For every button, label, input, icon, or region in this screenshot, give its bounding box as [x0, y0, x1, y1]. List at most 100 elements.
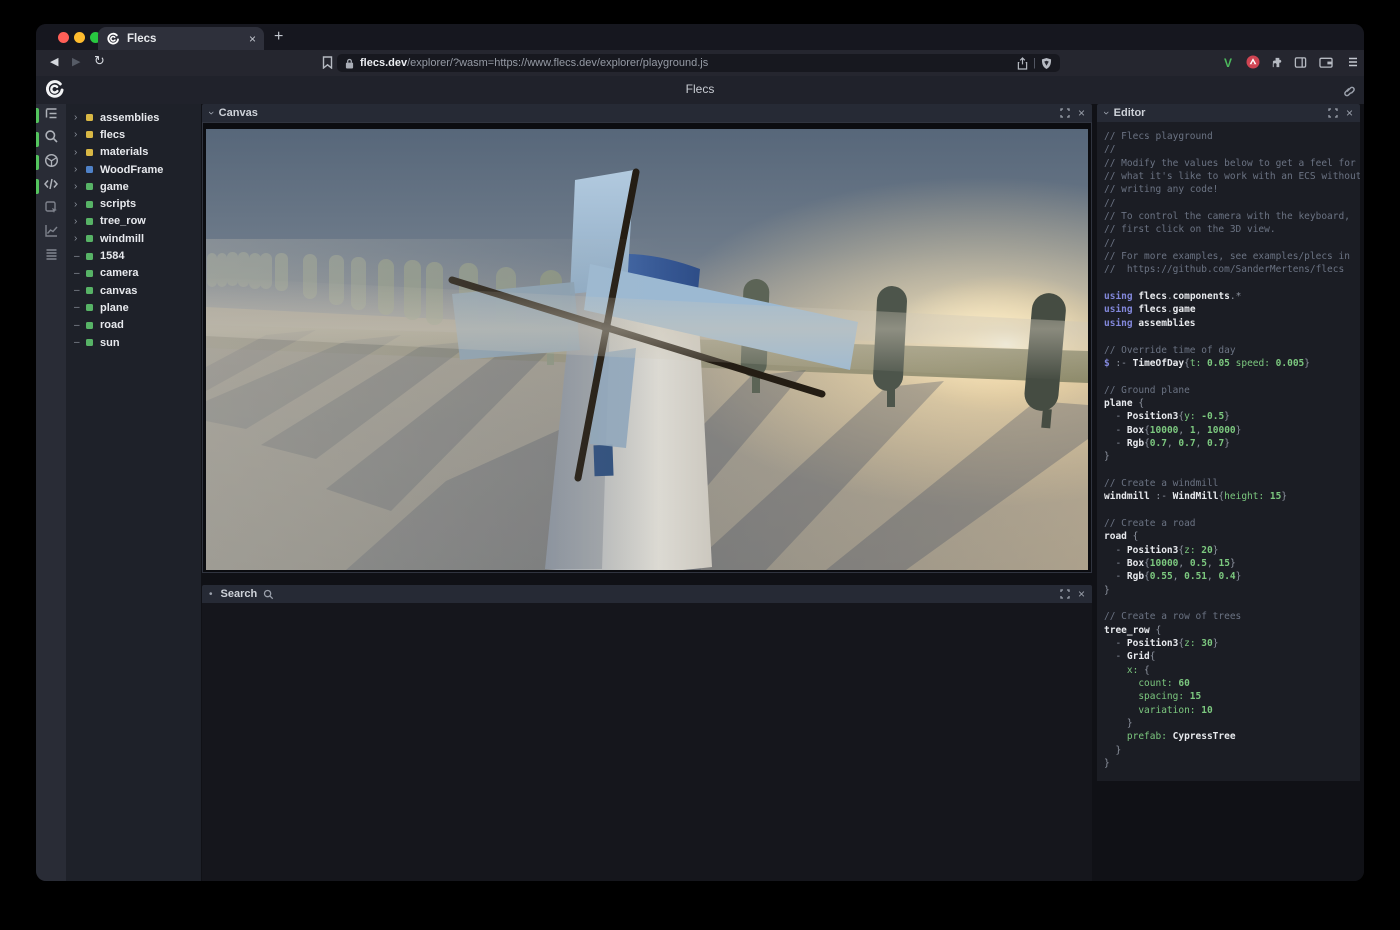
tree-item-game[interactable]: ›game [66, 178, 201, 195]
reload-button[interactable]: ↻ [94, 53, 105, 69]
code-line: // https://github.com/SanderMertens/flec… [1104, 263, 1360, 276]
tree-item-WoodFrame[interactable]: ›WoodFrame [66, 161, 201, 178]
entity-color-swatch [86, 218, 93, 225]
tree-item-scripts[interactable]: ›scripts [66, 195, 201, 212]
app-content: ›assemblies›flecs›materials›WoodFrame›ga… [36, 104, 1364, 881]
code-line: - Position3{y: -0.5} [1104, 410, 1360, 423]
expand-icon[interactable]: › [74, 181, 86, 192]
fullscreen-icon[interactable] [1060, 108, 1070, 118]
entity-color-swatch [86, 235, 93, 242]
tab-close-icon[interactable]: × [249, 32, 256, 46]
rail-button-viewport-3d-icon[interactable] [36, 151, 66, 175]
share-link-icon[interactable] [1341, 83, 1355, 102]
bookmark-icon[interactable] [322, 56, 333, 69]
code-line: using flecs.game [1104, 303, 1360, 316]
code-line: // Modify the values below to get a feel… [1104, 157, 1360, 170]
code-line: } [1104, 584, 1360, 597]
code-line: // [1104, 197, 1360, 210]
expand-icon[interactable]: › [74, 129, 86, 140]
code-line: - Box{10000, 0.5, 15} [1104, 557, 1360, 570]
search-panel-header[interactable]: • Search × [202, 585, 1092, 603]
code-line [1104, 597, 1360, 610]
extensions-icon[interactable] [1270, 56, 1283, 69]
editor-panel-header[interactable]: › Editor × [1097, 104, 1360, 122]
code-line: // To control the camera with the keyboa… [1104, 210, 1360, 223]
chevron-down-icon[interactable]: › [205, 111, 217, 115]
share-icon[interactable] [1017, 57, 1028, 70]
code-content: // Flecs playground//// Modify the value… [1097, 122, 1360, 771]
code-line: plane { [1104, 397, 1360, 410]
code-editor[interactable]: // Flecs playground//// Modify the value… [1097, 122, 1360, 781]
leaf-dash-icon: – [74, 268, 86, 279]
tab-title: Flecs [127, 33, 249, 45]
canvas-panel-header[interactable]: › Canvas × [202, 104, 1092, 122]
brave-rewards-icon[interactable] [1246, 55, 1260, 69]
close-icon[interactable]: × [1078, 587, 1085, 601]
code-line: // Create a road [1104, 517, 1360, 530]
code-line: count: 60 [1104, 677, 1360, 690]
close-icon[interactable]: × [1346, 106, 1353, 120]
expand-icon[interactable]: › [74, 216, 86, 227]
expand-icon[interactable]: › [74, 199, 86, 210]
tree-item-road[interactable]: –road [66, 317, 201, 334]
fullscreen-icon[interactable] [1328, 108, 1338, 118]
rail-button-inspector-icon[interactable] [36, 198, 66, 222]
page-title: Flecs [36, 82, 1364, 96]
expand-icon[interactable]: › [74, 147, 86, 158]
canvas-panel-title: Canvas [219, 107, 258, 119]
entity-tree: ›assemblies›flecs›materials›WoodFrame›ga… [66, 104, 201, 881]
code-line: // first click on the 3D view. [1104, 223, 1360, 236]
active-indicator [36, 179, 39, 194]
minimize-window-button[interactable] [74, 32, 85, 43]
url-bar[interactable]: flecs.dev /explorer/?wasm=https://www.fl… [337, 54, 1060, 72]
tree-item-windmill[interactable]: ›windmill [66, 230, 201, 247]
code-line: } [1104, 744, 1360, 757]
brave-shield-icon[interactable] [1041, 57, 1052, 70]
tree-item-tree_row[interactable]: ›tree_row [66, 213, 201, 230]
code-line [1104, 277, 1360, 290]
code-line: - Rgb{0.55, 0.51, 0.4} [1104, 570, 1360, 583]
tree-item-assemblies[interactable]: ›assemblies [66, 109, 201, 126]
wallet-icon[interactable] [1319, 56, 1333, 69]
close-icon[interactable]: × [1078, 106, 1085, 120]
tree-item-sun[interactable]: –sun [66, 334, 201, 351]
fullscreen-icon[interactable] [1060, 589, 1070, 599]
rail-button-stats-icon[interactable] [36, 222, 66, 246]
new-tab-button[interactable]: + [274, 28, 283, 46]
tree-item-plane[interactable]: –plane [66, 299, 201, 316]
tree-item-camera[interactable]: –camera [66, 265, 201, 282]
tree-item-canvas[interactable]: –canvas [66, 282, 201, 299]
code-line: - Position3{z: 30} [1104, 637, 1360, 650]
tree-item-1584[interactable]: –1584 [66, 247, 201, 264]
back-button[interactable]: ◀ [50, 55, 58, 68]
sidebar-toggle-icon[interactable] [1294, 56, 1307, 69]
menu-icon[interactable] [1347, 55, 1359, 69]
leaf-dash-icon: – [74, 285, 86, 296]
code-line: spacing: 15 [1104, 690, 1360, 703]
chevron-down-icon[interactable]: › [1100, 111, 1112, 115]
viewport-3d-icon [44, 153, 59, 173]
expand-icon[interactable]: › [74, 164, 86, 175]
search-results-area[interactable] [202, 603, 1092, 881]
close-window-button[interactable] [58, 32, 69, 43]
expand-icon[interactable]: › [74, 233, 86, 244]
forward-button[interactable]: ▶ [72, 55, 80, 68]
code-line: // For more examples, see examples/plecs… [1104, 250, 1360, 263]
app-header: Flecs [36, 76, 1364, 104]
rail-button-code-icon[interactable] [36, 175, 66, 199]
canvas-3d-viewport[interactable] [202, 122, 1092, 573]
entity-color-swatch [86, 270, 93, 277]
tree-item-label: plane [100, 302, 129, 314]
rail-button-log-icon[interactable] [36, 245, 66, 269]
browser-tab[interactable]: Flecs × [98, 27, 264, 50]
tree-item-flecs[interactable]: ›flecs [66, 126, 201, 143]
rail-button-entity-tree-icon[interactable] [36, 104, 66, 128]
brave-vpn-icon[interactable]: V [1224, 56, 1232, 70]
tree-item-materials[interactable]: ›materials [66, 144, 201, 161]
collapsed-marker-icon[interactable]: • [209, 589, 213, 600]
rail-button-search-icon[interactable] [36, 128, 66, 152]
entity-color-swatch [86, 322, 93, 329]
editor-panel-title: Editor [1114, 107, 1146, 119]
code-icon [43, 177, 59, 196]
expand-icon[interactable]: › [74, 112, 86, 123]
